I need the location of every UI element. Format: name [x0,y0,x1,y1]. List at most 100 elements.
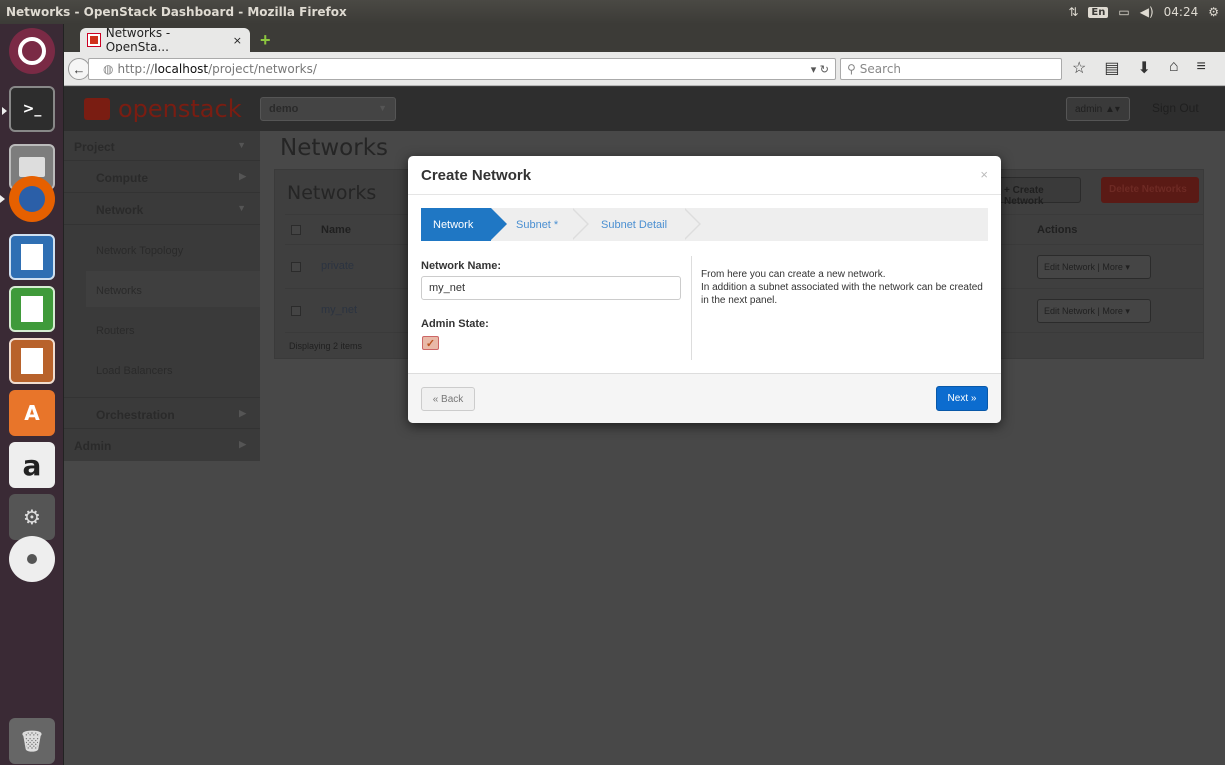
sidebar-network-label: Network [96,203,144,217]
system-top-bar: Networks - OpenStack Dashboard - Mozilla… [0,0,1225,24]
sidebar-item-load-balancers[interactable]: Load Balancers [96,365,172,377]
sidebar-admin-label: Admin [74,439,112,453]
writer-icon[interactable] [9,234,55,280]
tab-strip: Networks - OpenSta... × + [64,24,1225,54]
dvd-icon[interactable] [9,536,55,582]
tab-network[interactable]: Network [421,208,507,241]
url-host: localhost [154,62,209,76]
search-input[interactable]: ⚲ Search [840,58,1062,80]
bookmark-star-icon[interactable]: ☆ [1072,58,1086,78]
sidebar-admin[interactable]: Admin ▶ [64,429,260,461]
ubuntu-dash-icon[interactable] [9,28,55,74]
keyboard-indicator[interactable]: En [1088,6,1109,18]
step-separator [571,207,589,240]
sidebar-compute[interactable]: Compute ▶ [64,161,260,193]
items-count: Displaying 2 items [289,341,363,351]
openstack-logo-icon [84,98,110,120]
page-title: Networks [280,135,389,161]
row-actions: Edit Network | More ▾ [1037,299,1151,323]
amazon-icon[interactable]: a [9,442,55,488]
sidebar-project-label: Project [74,140,115,154]
system-tray: ⇅ En ▭ ◀) 04:24 ⚙ [1068,0,1219,24]
more-button[interactable]: More [1102,262,1123,272]
network-link[interactable]: private [321,260,354,272]
table-title: Networks [287,182,377,204]
download-icon[interactable]: ⬇ [1137,58,1150,78]
chevron-right-icon: ▶ [239,439,246,449]
column-actions: Actions [1037,224,1078,236]
close-icon[interactable]: × [980,167,988,182]
sidebar-item-network-topology[interactable]: Network Topology [96,245,183,257]
network-icon[interactable]: ⇅ [1068,5,1078,19]
create-network-button[interactable]: + Create Network [995,177,1081,207]
toolbar-icons: ☆ ▤ ⬇ ⌂ ≡ [1072,58,1206,78]
new-tab-icon[interactable]: + [260,30,271,51]
sidebar-item-networks[interactable]: Networks [96,285,142,297]
chevron-right-icon: ▶ [239,408,246,418]
help-text: From here you can create a new network. … [701,268,991,307]
more-button[interactable]: More [1102,306,1123,316]
sign-out-link[interactable]: Sign Out [1152,101,1199,115]
modal-header: Create Network × [408,156,1001,195]
calc-icon[interactable] [9,286,55,332]
browser-tab[interactable]: Networks - OpenSta... × [80,26,250,54]
settings-gear-icon[interactable]: ⚙ [1208,5,1219,19]
firefox-icon[interactable] [0,176,55,222]
sidebar-compute-label: Compute [96,171,148,185]
edit-network-button[interactable]: Edit Network [1044,306,1095,316]
network-link[interactable]: my_net [321,304,357,316]
openstack-logo[interactable]: openstack [84,95,242,123]
wizard-steps: Network Subnet * Subnet Detail [421,207,988,241]
divider [691,256,692,360]
clock[interactable]: 04:24 [1164,5,1199,19]
help-line-2: In addition a subnet associated with the… [701,282,983,306]
volume-icon[interactable]: ◀) [1140,5,1154,19]
step-separator [683,207,701,240]
modal-title: Create Network [421,167,532,184]
back-button[interactable]: « Back [421,387,475,411]
network-name-input[interactable] [421,276,681,300]
home-icon[interactable]: ⌂ [1169,58,1179,78]
select-all-checkbox[interactable] [291,225,301,235]
reload-icon[interactable]: ▾ ↻ [811,63,829,76]
tab-subnet-label: Subnet * [516,218,559,231]
sidebar-orchestration[interactable]: Orchestration ▶ [64,397,260,429]
back-arrow-icon[interactable]: ← [68,58,90,80]
edit-network-button[interactable]: Edit Network [1044,262,1095,272]
admin-state-checkbox[interactable]: ✓ [422,336,439,350]
terminal-icon[interactable]: >_ [2,86,55,132]
battery-icon[interactable]: ▭ [1118,5,1129,19]
sidebar-project[interactable]: Project ▼ [64,131,260,161]
chevron-down-icon: ▼ [237,140,246,150]
menu-icon[interactable]: ≡ [1197,58,1206,78]
tab-subnet[interactable]: Subnet * [516,208,558,241]
dashboard-topbar: openstack demo ▼ admin ▲▾ Sign Out [64,87,1225,131]
trash-icon[interactable]: 🗑 [9,718,55,764]
column-name[interactable]: Name [321,224,351,236]
user-menu[interactable]: admin ▲▾ [1066,97,1130,121]
chevron-down-icon: ▼ [237,203,246,213]
impress-icon[interactable] [9,338,55,384]
software-center-icon[interactable]: A [9,390,55,436]
help-line-1: From here you can create a new network. [701,269,886,280]
row-checkbox[interactable] [291,306,301,316]
tab-subnet-detail[interactable]: Subnet Detail [601,208,667,241]
sidebar-network[interactable]: Network ▼ [64,193,260,225]
reading-list-icon[interactable]: ▤ [1104,58,1119,78]
project-selector[interactable]: demo ▼ [260,97,396,121]
delete-networks-button[interactable]: Delete Networks [1101,177,1199,203]
tab-close-icon[interactable]: × [233,34,242,47]
next-button[interactable]: Next » [936,386,988,411]
url-prefix: http:// [117,62,155,76]
url-bar[interactable]: ◍ http://localhost/project/networks/ ▾ ↻ [88,58,836,80]
system-settings-icon[interactable]: ⚙ [9,494,55,540]
admin-state-label: Admin State: [421,318,489,330]
sidebar: Project ▼ Compute ▶ Network ▼ Network Topol… [64,131,260,461]
tab-title: Networks - OpenSta... [105,26,171,54]
tab-subnet-detail-label: Subnet Detail [601,218,668,231]
navigation-toolbar: ← ◍ http://localhost/project/networks/ ▾… [64,52,1225,86]
sidebar-item-routers[interactable]: Routers [96,325,135,337]
unity-launcher: >_ A a ⚙ 🗑 [0,24,64,765]
row-checkbox[interactable] [291,262,301,272]
user-menu-label: admin [1075,104,1103,115]
